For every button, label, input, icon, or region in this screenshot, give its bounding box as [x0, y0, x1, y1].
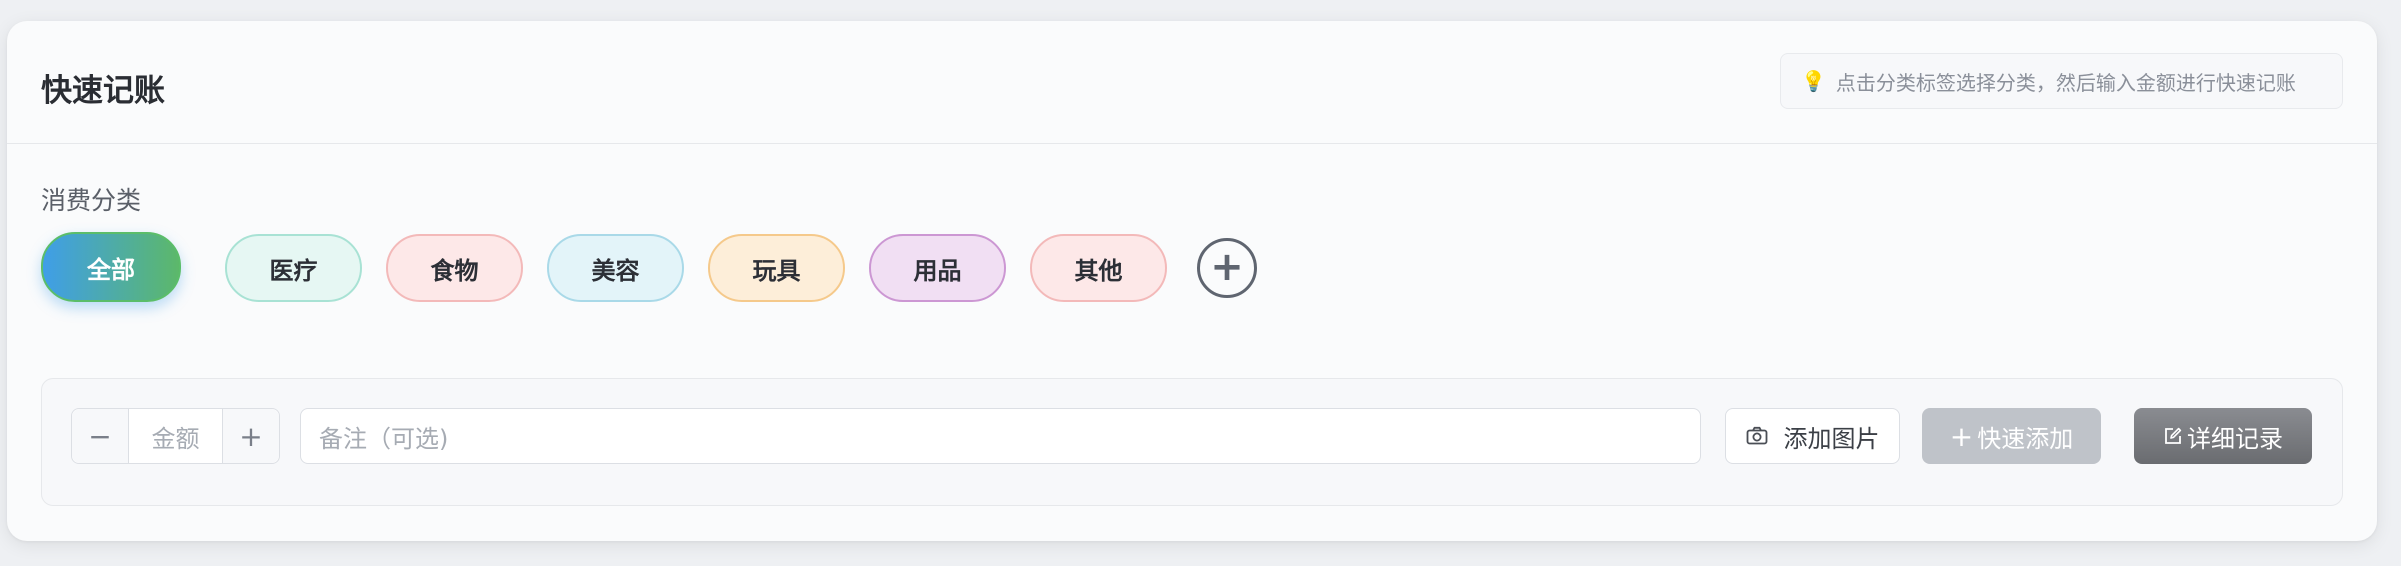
hint-text: 点击分类标签选择分类，然后输入金额进行快速记账	[1835, 70, 2296, 95]
category-tag[interactable]: 美容	[547, 234, 684, 302]
page-title: 快速记账	[41, 73, 165, 109]
quick-input-panel: − 金额 + 备注（可选) 添加图片 + 快速添加 详细记录	[41, 378, 2343, 506]
amount-input[interactable]: 金额	[129, 409, 222, 463]
plus-icon: +	[1949, 419, 1974, 453]
add-image-label: 添加图片	[1783, 424, 1880, 453]
lightbulb-icon: 💡	[1801, 69, 1826, 93]
category-tag[interactable]: 食物	[386, 234, 523, 302]
quick-add-button[interactable]: + 快速添加	[1922, 408, 2101, 464]
category-tag[interactable]: 全部	[41, 232, 181, 302]
edit-icon	[2165, 427, 2182, 444]
category-tag[interactable]: 玩具	[708, 234, 845, 302]
increment-button[interactable]: +	[222, 409, 279, 463]
detail-record-button[interactable]: 详细记录	[2134, 408, 2312, 464]
add-image-button[interactable]: 添加图片	[1725, 408, 1900, 464]
card-header: 快速记账 💡 点击分类标签选择分类，然后输入金额进行快速记账	[7, 21, 2377, 144]
hint-box: 💡 点击分类标签选择分类，然后输入金额进行快速记账	[1780, 53, 2343, 109]
detail-record-label: 详细记录	[2187, 424, 2283, 453]
category-tag[interactable]: 其他	[1030, 234, 1167, 302]
quick-add-label: 快速添加	[1977, 424, 2074, 453]
add-category-button[interactable]: +	[1197, 238, 1257, 298]
note-input[interactable]: 备注（可选)	[300, 408, 1701, 464]
camera-icon	[1746, 426, 1767, 445]
quick-record-card: 快速记账 💡 点击分类标签选择分类，然后输入金额进行快速记账 消费分类 其他 用品…	[7, 21, 2377, 541]
plus-circle-icon: +	[1210, 243, 1244, 290]
category-tag[interactable]: 医疗	[225, 234, 362, 302]
category-tag[interactable]: 用品	[869, 234, 1006, 302]
decrement-button[interactable]: −	[72, 409, 129, 463]
category-section-label: 消费分类	[41, 186, 142, 215]
amount-stepper: − 金额 +	[71, 408, 280, 464]
